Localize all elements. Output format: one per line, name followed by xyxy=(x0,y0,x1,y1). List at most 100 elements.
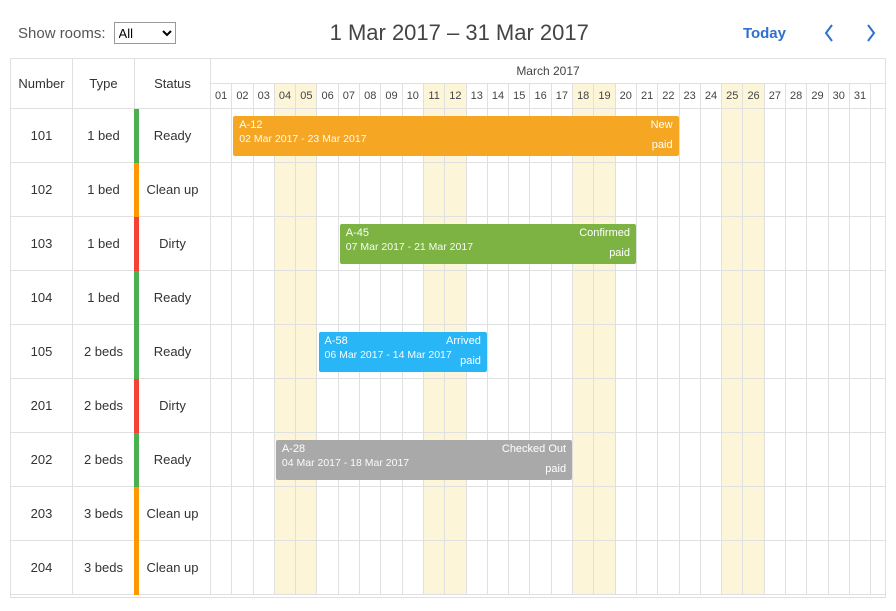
timeline-cell[interactable] xyxy=(211,487,232,540)
timeline-cell[interactable] xyxy=(786,271,807,324)
timeline-cell[interactable] xyxy=(445,541,466,594)
timeline-cell[interactable] xyxy=(339,379,360,432)
timeline-cell[interactable] xyxy=(807,109,828,162)
timeline-cell[interactable] xyxy=(680,163,701,216)
timeline-cell[interactable] xyxy=(850,271,871,324)
timeline-cell[interactable] xyxy=(424,271,445,324)
timeline-cell[interactable] xyxy=(722,541,743,594)
timeline-cell[interactable] xyxy=(722,325,743,378)
timeline-cell[interactable] xyxy=(254,379,275,432)
timeline-cell[interactable] xyxy=(616,271,637,324)
timeline-cell[interactable] xyxy=(765,109,786,162)
timeline-cell[interactable] xyxy=(829,541,850,594)
timeline-cell[interactable] xyxy=(658,487,679,540)
timeline-cell[interactable] xyxy=(637,487,658,540)
timeline-cell[interactable] xyxy=(275,325,296,378)
timeline-cell[interactable] xyxy=(850,433,871,486)
timeline-cell[interactable] xyxy=(807,433,828,486)
timeline-cell[interactable] xyxy=(743,109,764,162)
timeline-cell[interactable] xyxy=(232,271,253,324)
timeline-cell[interactable] xyxy=(765,163,786,216)
timeline-cell[interactable] xyxy=(211,271,232,324)
timeline-cell[interactable] xyxy=(616,541,637,594)
timeline-cell[interactable] xyxy=(552,325,573,378)
timeline-cell[interactable] xyxy=(743,487,764,540)
timeline-cell[interactable] xyxy=(254,163,275,216)
timeline-cell[interactable] xyxy=(467,487,488,540)
timeline-cell[interactable] xyxy=(424,541,445,594)
timeline-cell[interactable] xyxy=(445,163,466,216)
timeline-cell[interactable] xyxy=(339,487,360,540)
timeline-cell[interactable] xyxy=(680,487,701,540)
timeline-cell[interactable] xyxy=(786,325,807,378)
timeline-cell[interactable] xyxy=(254,271,275,324)
timeline-cell[interactable] xyxy=(743,379,764,432)
timeline-cell[interactable] xyxy=(509,541,530,594)
timeline-cell[interactable] xyxy=(829,325,850,378)
timeline-cell[interactable] xyxy=(530,487,551,540)
timeline-cell[interactable] xyxy=(807,541,828,594)
timeline-cell[interactable] xyxy=(317,541,338,594)
timeline-cell[interactable] xyxy=(786,109,807,162)
timeline-cell[interactable] xyxy=(573,163,594,216)
timeline-cell[interactable] xyxy=(275,163,296,216)
timeline-cell[interactable] xyxy=(254,541,275,594)
timeline-cell[interactable] xyxy=(381,271,402,324)
timeline-cell[interactable] xyxy=(317,487,338,540)
timeline-cell[interactable] xyxy=(701,433,722,486)
timeline-cell[interactable] xyxy=(211,109,232,162)
timeline-cell[interactable] xyxy=(829,433,850,486)
timeline-cell[interactable] xyxy=(530,271,551,324)
timeline-cell[interactable] xyxy=(765,487,786,540)
timeline-cell[interactable] xyxy=(403,163,424,216)
timeline-cell[interactable] xyxy=(743,325,764,378)
timeline-cell[interactable] xyxy=(254,217,275,270)
timeline-cell[interactable] xyxy=(467,271,488,324)
timeline-cell[interactable] xyxy=(488,541,509,594)
timeline-cell[interactable] xyxy=(360,379,381,432)
chevron-left-icon[interactable] xyxy=(822,22,836,44)
timeline-cell[interactable] xyxy=(594,487,615,540)
timeline-cell[interactable] xyxy=(765,271,786,324)
timeline-cell[interactable] xyxy=(509,325,530,378)
timeline-cell[interactable] xyxy=(573,379,594,432)
timeline-cell[interactable] xyxy=(254,433,275,486)
timeline-cell[interactable] xyxy=(317,271,338,324)
timeline-cell[interactable] xyxy=(680,325,701,378)
timeline-cell[interactable] xyxy=(317,217,338,270)
timeline-cell[interactable] xyxy=(743,541,764,594)
timeline-cell[interactable] xyxy=(552,379,573,432)
timeline-cell[interactable] xyxy=(786,163,807,216)
timeline-cell[interactable] xyxy=(765,541,786,594)
filter-select[interactable]: All xyxy=(114,22,176,44)
timeline-cell[interactable] xyxy=(829,487,850,540)
timeline-cell[interactable] xyxy=(722,217,743,270)
timeline-cell[interactable] xyxy=(296,271,317,324)
timeline-cell[interactable] xyxy=(722,271,743,324)
timeline-cell[interactable] xyxy=(552,541,573,594)
timeline-cell[interactable] xyxy=(573,541,594,594)
timeline-cell[interactable] xyxy=(658,433,679,486)
today-button[interactable]: Today xyxy=(743,25,786,42)
timeline-cell[interactable] xyxy=(488,163,509,216)
timeline-cell[interactable] xyxy=(850,109,871,162)
timeline-cell[interactable] xyxy=(232,433,253,486)
timeline-cell[interactable] xyxy=(680,541,701,594)
timeline-cell[interactable] xyxy=(701,325,722,378)
timeline-cell[interactable] xyxy=(807,217,828,270)
timeline-cell[interactable] xyxy=(807,163,828,216)
timeline-cell[interactable] xyxy=(722,109,743,162)
timeline-cell[interactable] xyxy=(658,163,679,216)
timeline-cell[interactable] xyxy=(658,271,679,324)
timeline-cell[interactable] xyxy=(765,379,786,432)
timeline-cell[interactable] xyxy=(275,487,296,540)
timeline-cell[interactable] xyxy=(680,379,701,432)
timeline-cell[interactable] xyxy=(573,487,594,540)
timeline-cell[interactable] xyxy=(850,163,871,216)
timeline-cell[interactable] xyxy=(254,487,275,540)
timeline-cell[interactable] xyxy=(339,271,360,324)
timeline-cell[interactable] xyxy=(594,541,615,594)
timeline-cell[interactable] xyxy=(680,433,701,486)
timeline-cell[interactable] xyxy=(594,379,615,432)
booking-bar[interactable]: A-1202 Mar 2017 - 23 Mar 2017Newpaid xyxy=(233,116,678,156)
